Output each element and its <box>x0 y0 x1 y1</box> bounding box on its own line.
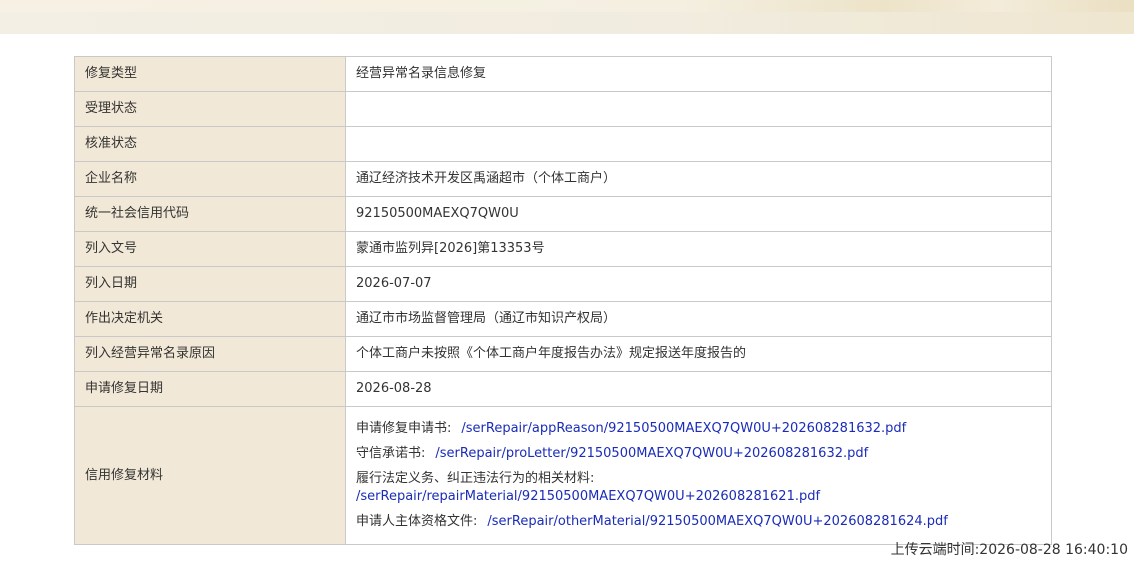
row-label-repair-apply-date: 申请修复日期 <box>74 371 346 407</box>
row-label-acceptance-status: 受理状态 <box>74 91 346 127</box>
table-row: 作出决定机关 通辽市市场监督管理局（通辽市知识产权局） <box>74 301 1052 337</box>
row-label-approval-status: 核准状态 <box>74 126 346 162</box>
row-value-credit-code: 92150500MAEXQ7QW0U <box>345 196 1052 232</box>
table-row-materials: 信用修复材料 申请修复申请书: /serRepair/appReason/9215… <box>74 406 1052 545</box>
row-label-credit-code: 统一社会信用代码 <box>74 196 346 232</box>
material-item-promise-letter: 守信承诺书: /serRepair/proLetter/92150500MAEXQ… <box>356 445 1041 463</box>
row-value-company-name: 通辽经济技术开发区禹涵超市（个体工商户） <box>345 161 1052 197</box>
table-row: 受理状态 <box>74 91 1052 127</box>
material-label: 申请人主体资格文件: <box>356 514 478 529</box>
row-value-document-number: 蒙通市监列异[2026]第13353号 <box>345 231 1052 267</box>
table-row: 统一社会信用代码 92150500MAEXQ7QW0U <box>74 196 1052 232</box>
materials-list: 申请修复申请书: /serRepair/appReason/92150500MAE… <box>345 406 1052 545</box>
material-link-application[interactable]: /serRepair/appReason/92150500MAEXQ7QW0U+… <box>461 421 906 436</box>
row-label-repair-type: 修复类型 <box>74 56 346 92</box>
material-item-qualification: 申请人主体资格文件: /serRepair/otherMaterial/92150… <box>356 513 1041 531</box>
row-label-listing-reason: 列入经营异常名录原因 <box>74 336 346 372</box>
material-label: 守信承诺书: <box>356 446 426 461</box>
table-row: 核准状态 <box>74 126 1052 162</box>
material-label: 申请修复申请书: <box>356 421 452 436</box>
table-row: 修复类型 经营异常名录信息修复 <box>74 56 1052 92</box>
row-value-listing-reason: 个体工商户未按照《个体工商户年度报告办法》规定报送年度报告的 <box>345 336 1052 372</box>
table-row: 申请修复日期 2026-08-28 <box>74 371 1052 407</box>
material-link-promise-letter[interactable]: /serRepair/proLetter/92150500MAEXQ7QW0U+… <box>435 446 868 461</box>
material-link-repair-material[interactable]: /serRepair/repairMaterial/92150500MAEXQ7… <box>356 488 1041 506</box>
row-value-repair-type: 经营异常名录信息修复 <box>345 56 1052 92</box>
material-item-repair-material: 履行法定义务、纠正违法行为的相关材料: /serRepair/repairMate… <box>356 470 1041 506</box>
repair-info-table: 修复类型 经营异常名录信息修复 受理状态 核准状态 企业名称 通辽经济技术开发区… <box>74 56 1052 545</box>
row-value-repair-apply-date: 2026-08-28 <box>345 371 1052 407</box>
row-label-company-name: 企业名称 <box>74 161 346 197</box>
top-banner-strip <box>0 12 1134 34</box>
table-row: 列入日期 2026-07-07 <box>74 266 1052 302</box>
row-label-decision-authority: 作出决定机关 <box>74 301 346 337</box>
row-label-document-number: 列入文号 <box>74 231 346 267</box>
material-item-application: 申请修复申请书: /serRepair/appReason/92150500MAE… <box>356 420 1041 438</box>
table-row: 列入文号 蒙通市监列异[2026]第13353号 <box>74 231 1052 267</box>
row-label-listing-date: 列入日期 <box>74 266 346 302</box>
material-link-qualification[interactable]: /serRepair/otherMaterial/92150500MAEXQ7Q… <box>487 514 947 529</box>
row-value-acceptance-status <box>345 91 1052 127</box>
table-row: 列入经营异常名录原因 个体工商户未按照《个体工商户年度报告办法》规定报送年度报告… <box>74 336 1052 372</box>
row-label-repair-materials: 信用修复材料 <box>74 406 346 545</box>
row-value-approval-status <box>345 126 1052 162</box>
row-value-listing-date: 2026-07-07 <box>345 266 1052 302</box>
upload-timestamp: 上传云端时间:2026-08-28 16:40:10 <box>890 542 1128 558</box>
table-row: 企业名称 通辽经济技术开发区禹涵超市（个体工商户） <box>74 161 1052 197</box>
row-value-decision-authority: 通辽市市场监督管理局（通辽市知识产权局） <box>345 301 1052 337</box>
material-label: 履行法定义务、纠正违法行为的相关材料: <box>356 471 595 486</box>
